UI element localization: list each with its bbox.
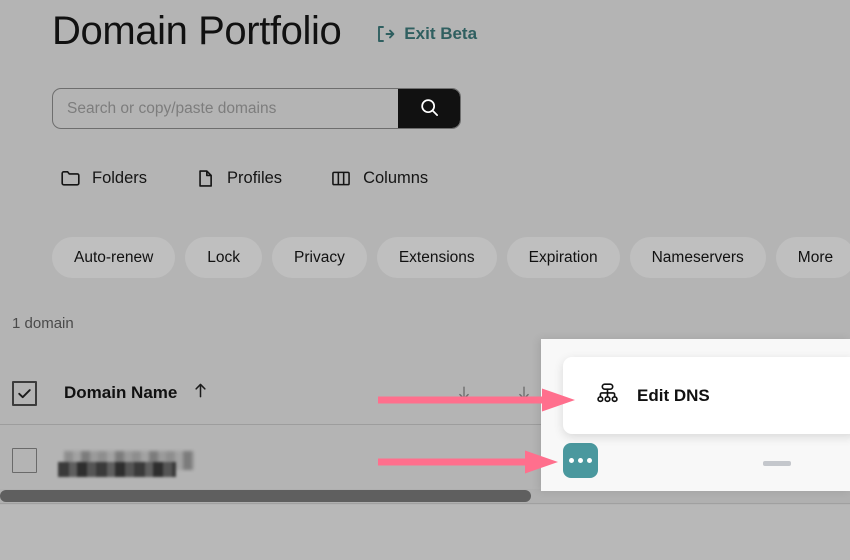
filter-chip-row: Auto-renew Lock Privacy Extensions Expir… — [52, 237, 850, 278]
toolbar-item-label: Columns — [363, 169, 429, 187]
exit-beta-label: Exit Beta — [404, 24, 478, 43]
row-domain-name — [58, 450, 194, 477]
select-all-checkbox[interactable] — [12, 380, 37, 406]
context-menu-item-edit-dns[interactable]: Edit DNS — [563, 357, 850, 434]
toolbar-item-label: Profiles — [227, 169, 283, 187]
row-value-placeholder — [763, 461, 791, 466]
ellipsis-icon-dot — [587, 458, 592, 463]
ellipsis-icon-dot — [578, 458, 583, 463]
toolbar: Folders Profiles Columns — [60, 168, 428, 189]
exit-icon — [375, 24, 395, 44]
toolbar-item-folders[interactable]: Folders — [60, 168, 147, 189]
ellipsis-icon-dot — [569, 458, 574, 463]
horizontal-scrollbar-track[interactable] — [0, 489, 850, 504]
row-select-checkbox[interactable] — [12, 447, 37, 473]
arrow-up-icon — [191, 381, 210, 405]
app-page: Domain Portfolio Exit Beta Search or cop… — [0, 0, 850, 560]
search-button[interactable] — [398, 89, 460, 128]
filter-chip-more[interactable]: More — [775, 237, 850, 278]
exit-beta-button[interactable]: Exit Beta — [375, 24, 477, 44]
filter-chip-auto-renew[interactable]: Auto-renew — [52, 237, 176, 278]
search-input[interactable] — [53, 89, 398, 128]
columns-icon — [330, 168, 352, 189]
toolbar-item-label: Folders — [92, 169, 148, 187]
horizontal-scrollbar-thumb[interactable] — [0, 490, 531, 502]
page-footer-area — [0, 505, 850, 560]
context-menu: Edit DNS — [563, 357, 850, 434]
filter-chip-extensions[interactable]: Extensions — [376, 237, 497, 278]
row-kebab-button[interactable] — [563, 443, 598, 478]
filter-chip-expiration[interactable]: Expiration — [506, 237, 620, 278]
page-title: Domain Portfolio — [52, 9, 342, 53]
arrow-down-icon — [455, 383, 473, 408]
toolbar-item-profiles[interactable]: Profiles — [195, 168, 282, 189]
column-header-label: Domain Name — [64, 383, 178, 402]
sitemap-icon — [595, 381, 620, 411]
arrow-down-icon — [515, 383, 533, 408]
toolbar-item-columns[interactable]: Columns — [330, 168, 428, 189]
filter-chip-privacy[interactable]: Privacy — [272, 237, 367, 278]
filter-chip-nameservers[interactable]: Nameservers — [629, 237, 766, 278]
context-menu-item-label: Edit DNS — [637, 385, 710, 405]
domain-count-label: 1 domain — [12, 315, 74, 332]
document-icon — [195, 168, 216, 189]
folder-icon — [60, 168, 81, 189]
page-header: Domain Portfolio Exit Beta — [52, 6, 477, 56]
column-header-domain-name[interactable]: Domain Name — [64, 381, 210, 405]
filter-chip-lock[interactable]: Lock — [185, 237, 263, 278]
search-bar — [52, 88, 461, 129]
redacted-domain-name-second-line — [58, 462, 176, 477]
search-icon — [419, 97, 440, 121]
